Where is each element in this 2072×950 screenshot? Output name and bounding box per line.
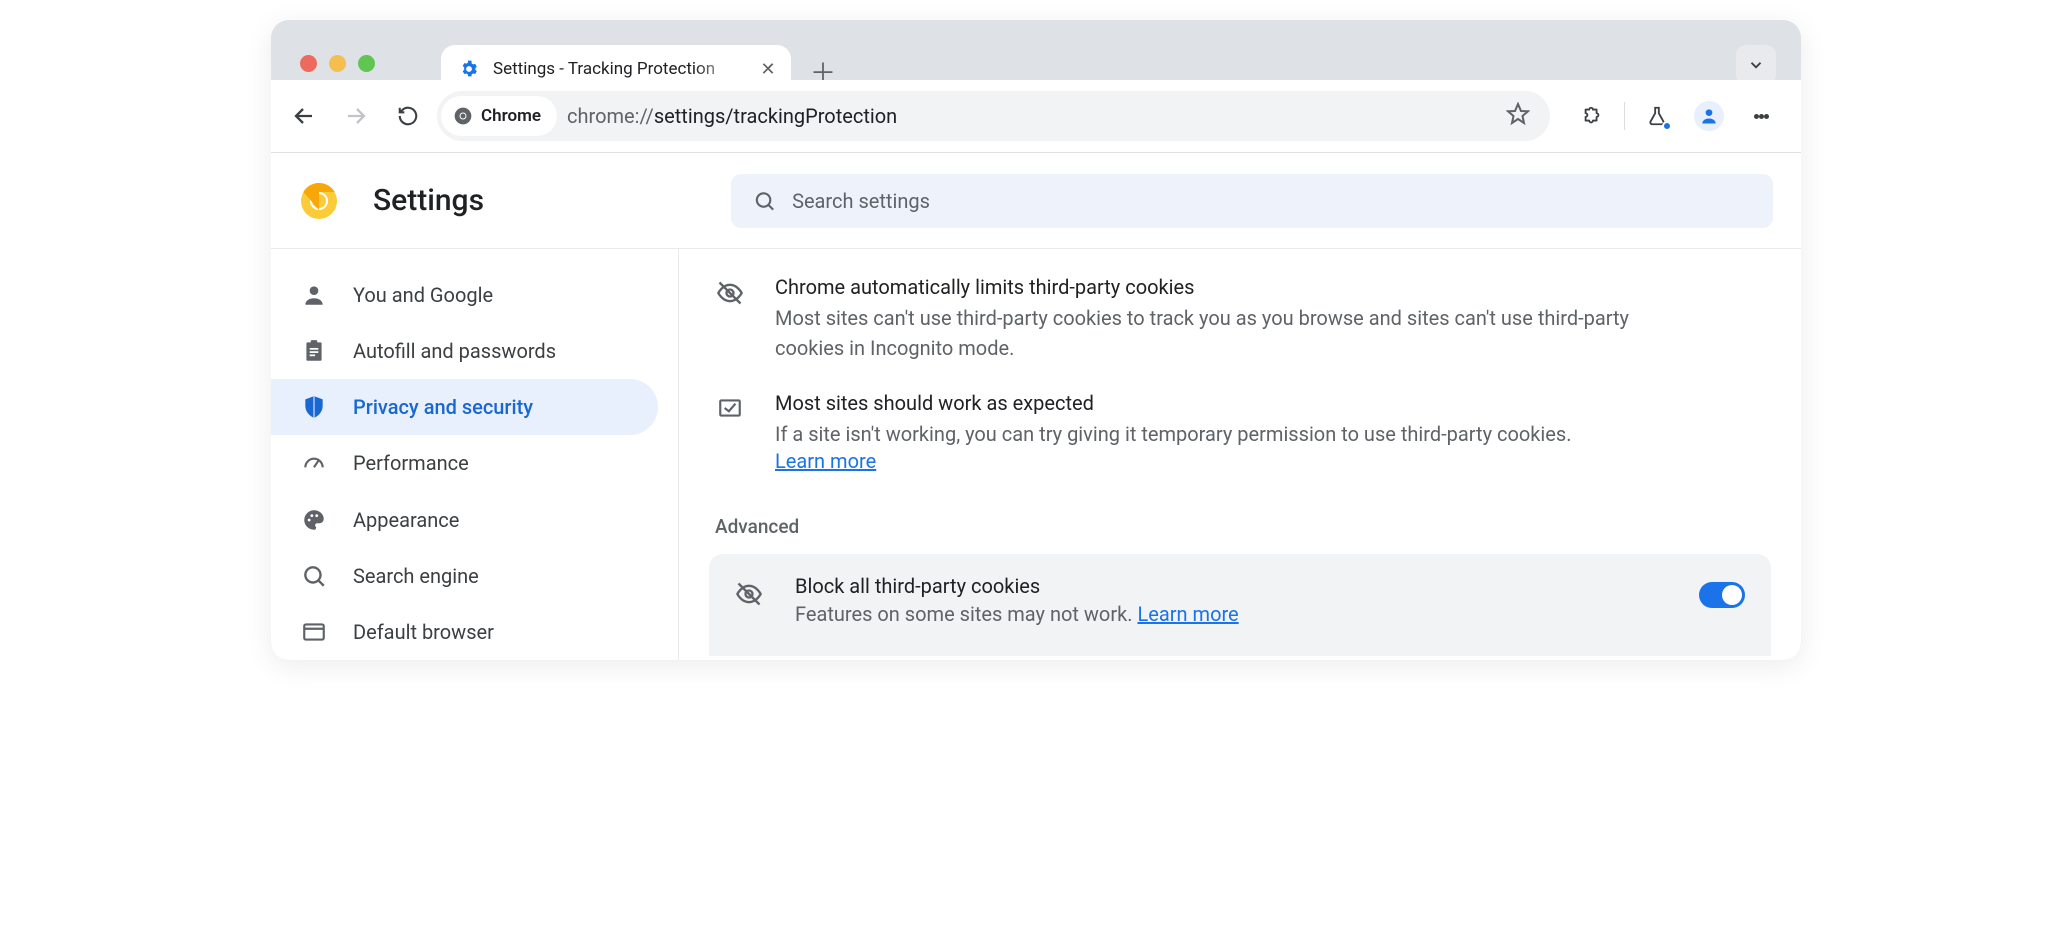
sidebar-item-label: Appearance: [353, 508, 459, 532]
person-icon: [301, 282, 327, 308]
settings-search[interactable]: [731, 174, 1773, 228]
search-icon: [753, 189, 776, 213]
settings-main: Chrome automatically limits third-party …: [679, 249, 1801, 660]
search-icon: [301, 563, 327, 589]
sidebar-item-label: Privacy and security: [353, 395, 533, 419]
address-bar[interactable]: Chrome chrome://settings/trackingProtect…: [437, 91, 1550, 141]
bookmark-button[interactable]: [1506, 102, 1530, 130]
settings-sidebar: You and Google Autofill and passwords Pr…: [271, 249, 679, 660]
window-controls: [300, 55, 375, 72]
browser-window: Settings - Tracking Protection ✕ ＋ Chrom…: [271, 20, 1801, 660]
sidebar-item-label: You and Google: [353, 283, 493, 307]
reload-button[interactable]: [385, 93, 431, 139]
sidebar-item-autofill[interactable]: Autofill and passwords: [271, 323, 658, 379]
sidebar-item-you-and-google[interactable]: You and Google: [271, 267, 658, 323]
info-desc: Most sites can't use third-party cookies…: [775, 303, 1669, 363]
info-desc: If a site isn't working, you can try giv…: [775, 419, 1572, 449]
learn-more-link[interactable]: Learn more: [1137, 602, 1238, 626]
browser-icon: [301, 619, 327, 645]
tab-title: Settings - Tracking Protection: [493, 59, 745, 79]
sidebar-item-label: Autofill and passwords: [353, 339, 556, 363]
checkbox-icon: [715, 391, 745, 473]
extensions-button[interactable]: [1570, 94, 1614, 138]
star-icon: [1506, 102, 1530, 126]
system-menu-button[interactable]: [1736, 45, 1776, 85]
settings-search-input[interactable]: [792, 189, 1751, 213]
block-all-cookies-toggle[interactable]: [1699, 582, 1745, 608]
card-desc: Features on some sites may not work. Lea…: [795, 602, 1669, 626]
info-title: Chrome automatically limits third-party …: [775, 275, 1669, 299]
eye-off-icon: [735, 574, 765, 612]
back-button[interactable]: [281, 93, 327, 139]
learn-more-link[interactable]: Learn more: [775, 449, 876, 473]
arrow-right-icon: [344, 104, 368, 128]
profile-button[interactable]: [1687, 94, 1731, 138]
sidebar-item-label: Search engine: [353, 564, 479, 588]
sidebar-item-default-browser[interactable]: Default browser: [271, 604, 658, 660]
window-minimize-button[interactable]: [329, 55, 346, 72]
browser-toolbar: Chrome chrome://settings/trackingProtect…: [271, 80, 1801, 152]
forward-button[interactable]: [333, 93, 379, 139]
clipboard-icon: [301, 338, 327, 364]
sidebar-item-privacy[interactable]: Privacy and security: [271, 379, 658, 435]
sidebar-item-label: Default browser: [353, 620, 494, 644]
puzzle-icon: [1581, 105, 1603, 127]
notification-dot-icon: [1662, 121, 1672, 131]
security-chip-label: Chrome: [481, 106, 541, 126]
info-row-sites-work: Most sites should work as expected If a …: [709, 383, 1669, 493]
sidebar-item-search-engine[interactable]: Search engine: [271, 548, 658, 604]
palette-icon: [301, 507, 327, 533]
window-maximize-button[interactable]: [358, 55, 375, 72]
chrome-logo-icon: [299, 181, 339, 221]
kebab-icon: [1754, 114, 1759, 119]
settings-body: You and Google Autofill and passwords Pr…: [271, 249, 1801, 660]
reload-icon: [397, 105, 419, 127]
toolbar-actions: [1556, 94, 1783, 138]
chevron-down-icon: [1747, 56, 1765, 74]
info-row-limit-cookies: Chrome automatically limits third-party …: [709, 267, 1669, 383]
settings-gear-icon: [459, 59, 479, 79]
toolbar-divider: [1624, 102, 1625, 130]
labs-button[interactable]: [1635, 94, 1679, 138]
sidebar-item-label: Performance: [353, 451, 469, 475]
window-close-button[interactable]: [300, 55, 317, 72]
eye-off-icon: [715, 275, 745, 363]
avatar-icon: [1694, 101, 1724, 131]
chrome-icon: [453, 106, 473, 126]
settings-title: Settings: [373, 183, 484, 218]
block-all-cookies-card: Block all third-party cookies Features o…: [709, 554, 1771, 656]
speedometer-icon: [301, 450, 327, 476]
page-content: Settings You and Google Autofill and pas…: [271, 152, 1801, 660]
url-text: chrome://settings/trackingProtection: [567, 104, 897, 128]
arrow-left-icon: [292, 104, 316, 128]
section-label-advanced: Advanced: [715, 515, 1771, 538]
close-tab-button[interactable]: ✕: [759, 60, 777, 78]
info-title: Most sites should work as expected: [775, 391, 1572, 415]
chrome-menu-button[interactable]: [1739, 94, 1783, 138]
settings-header: Settings: [271, 153, 1801, 249]
site-security-chip[interactable]: Chrome: [441, 96, 557, 136]
card-title: Block all third-party cookies: [795, 574, 1669, 598]
shield-icon: [301, 394, 327, 420]
sidebar-item-appearance[interactable]: Appearance: [271, 492, 658, 548]
sidebar-item-performance[interactable]: Performance: [271, 435, 658, 491]
